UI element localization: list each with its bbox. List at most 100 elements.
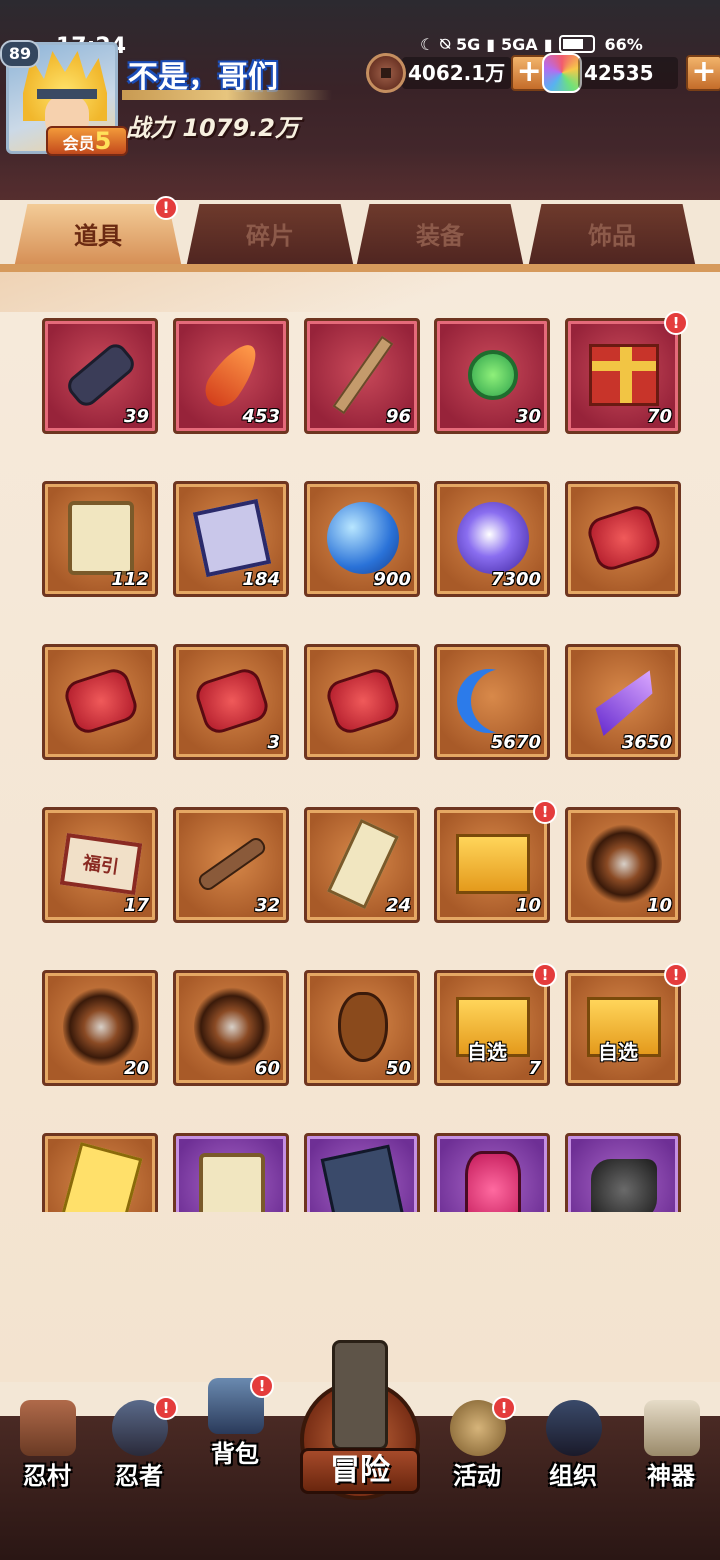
nav-adventure[interactable]: 冒险 <box>294 1340 426 1500</box>
nav-village[interactable]: 忍村 <box>2 1400 92 1520</box>
avatar-headband <box>37 89 97 99</box>
inventory-slot[interactable] <box>304 644 420 760</box>
key-icon <box>194 826 270 902</box>
inventory-slot[interactable]: 5670 <box>434 644 550 760</box>
tab-equipment[interactable]: 装备 <box>356 204 524 268</box>
village-gate-icon <box>20 1400 76 1456</box>
red-stone-eye-icon <box>323 663 403 739</box>
golden-box-icon <box>455 826 531 902</box>
inventory-slot[interactable]: 福引 17 <box>42 807 158 923</box>
nav-ninja[interactable]: ! 忍者 <box>94 1396 184 1520</box>
red-stone-fire-icon-shape <box>584 502 664 574</box>
nav-backpack-label: 背包 <box>211 1440 259 1468</box>
inventory-slot[interactable]: 10 <box>565 807 681 923</box>
gift-box-icon-shape <box>589 344 659 406</box>
inventory-slot[interactable]: 70! <box>565 311 688 434</box>
inventory-slot[interactable] <box>565 1133 681 1212</box>
blue-orb-icon <box>325 500 401 576</box>
fortune-banner-icon: 福引 <box>59 826 143 902</box>
squad-icon <box>546 1400 602 1456</box>
tab-items-notify-badge: ! <box>154 196 178 220</box>
choice-label: 自选 <box>467 1040 507 1064</box>
inventory-slot[interactable]: 10! <box>434 800 557 923</box>
inventory-slot[interactable]: 453 <box>173 318 289 434</box>
nav-backpack[interactable]: ! 背包 <box>190 1374 280 1498</box>
tab-accessories[interactable]: 饰品 <box>528 204 696 268</box>
inventory-slot[interactable] <box>42 1133 158 1212</box>
inventory-slot[interactable]: 96 <box>304 318 420 434</box>
item-count: 900 <box>373 569 411 590</box>
item-count: 453 <box>242 406 280 427</box>
coin-currency: 4062.1万 + <box>366 50 548 96</box>
nav-ninja-label: 忍者 <box>115 1462 163 1490</box>
nav-backpack-notify-badge: ! <box>250 1374 274 1398</box>
point-card-icon <box>59 1142 143 1212</box>
adventure-scroll-icon <box>332 1340 388 1450</box>
item-count: 17 <box>123 895 149 916</box>
skill-book-icon-shape <box>320 1144 406 1212</box>
inventory-slot[interactable]: 3 <box>173 644 289 760</box>
item-count: 60 <box>254 1058 280 1079</box>
jade-pendant-icon <box>455 337 531 413</box>
gift-box-icon <box>586 337 662 413</box>
inventory-slot[interactable]: 184 <box>173 481 289 597</box>
nav-events[interactable]: ! 活动 <box>432 1396 522 1520</box>
inventory-slot[interactable]: 112 <box>42 481 158 597</box>
nav-events-label: 活动 <box>453 1462 501 1490</box>
choice-label: 自选 <box>598 1040 638 1064</box>
red-stone-target-icon <box>192 663 272 739</box>
fan-swirl-icon <box>63 985 139 1069</box>
gourd-swirl-icon-shape <box>338 992 388 1062</box>
inventory-slot[interactable]: 39 <box>42 318 158 434</box>
tab-fragments[interactable]: 碎片 <box>186 204 354 268</box>
item-count: 112 <box>111 569 149 590</box>
stick-icon <box>325 335 401 415</box>
combat-power: 战力 1079.2万 <box>126 114 299 142</box>
item-count: 24 <box>385 895 411 916</box>
nav-organization[interactable]: 组织 <box>528 1400 618 1520</box>
purple-scroll-icon <box>194 1152 270 1212</box>
inventory-slot[interactable]: 32 <box>173 807 289 923</box>
top-header: 17:24 ☾ ⍉ 5G ▮ 5GA ▮ 66% 89 会员5 不是，哥们 战力… <box>0 0 720 200</box>
inventory-slot[interactable]: 自选! <box>565 963 688 1086</box>
blue-moon-icon <box>455 663 531 739</box>
nav-artifact[interactable]: 神器 <box>626 1400 716 1520</box>
inventory-slot[interactable] <box>304 1133 420 1212</box>
rope-swirl-icon-shape <box>194 985 270 1069</box>
inventory-slot[interactable]: 30 <box>434 318 550 434</box>
inventory-slot[interactable] <box>173 1133 289 1212</box>
inventory-slot[interactable]: 900 <box>304 481 420 597</box>
item-count: 3650 <box>621 732 672 753</box>
nav-organization-label: 组织 <box>549 1462 597 1490</box>
purple-orb-icon <box>455 500 531 576</box>
inventory-slot[interactable]: 7 自选! <box>434 963 557 1086</box>
coin-icon <box>366 53 406 93</box>
inventory-slot[interactable]: 3650 <box>565 644 681 760</box>
artifact-scroll-icon <box>644 1400 700 1456</box>
vip-level: 5 <box>94 127 112 155</box>
inventory-slot[interactable] <box>565 481 681 597</box>
vip-badge[interactable]: 会员5 <box>46 126 128 156</box>
item-notify-badge: ! <box>533 963 557 987</box>
red-stone-fire-icon <box>584 500 664 576</box>
golden-box-icon-shape <box>456 834 530 894</box>
inventory-slot[interactable]: 24 <box>304 807 420 923</box>
inventory-slot[interactable]: 60 <box>173 970 289 1086</box>
feather-icon-shape <box>197 336 267 414</box>
item-notify-badge: ! <box>664 963 688 987</box>
stick-icon-shape <box>332 335 394 415</box>
nav-adventure-label: 冒险 <box>300 1448 420 1494</box>
rope-swirl-icon <box>194 985 270 1069</box>
add-gems-button[interactable]: + <box>686 55 720 91</box>
inventory-slot[interactable]: 20 <box>42 970 158 1086</box>
inventory-slot[interactable] <box>434 1133 550 1212</box>
nav-artifact-label: 神器 <box>647 1462 695 1490</box>
inventory-panel: 39 453 96 30 70! 112 184 900 7300 3 5670 3650 福引 17 32… <box>0 272 720 1382</box>
item-count: 30 <box>515 406 541 427</box>
purple-orb-icon-shape <box>457 502 529 574</box>
silver-kunai-swirl-icon-shape <box>586 822 662 906</box>
point-card-icon-shape <box>59 1142 143 1212</box>
inventory-slot[interactable] <box>42 644 158 760</box>
inventory-slot[interactable]: 50 <box>304 970 420 1086</box>
inventory-slot[interactable]: 7300 <box>434 481 550 597</box>
